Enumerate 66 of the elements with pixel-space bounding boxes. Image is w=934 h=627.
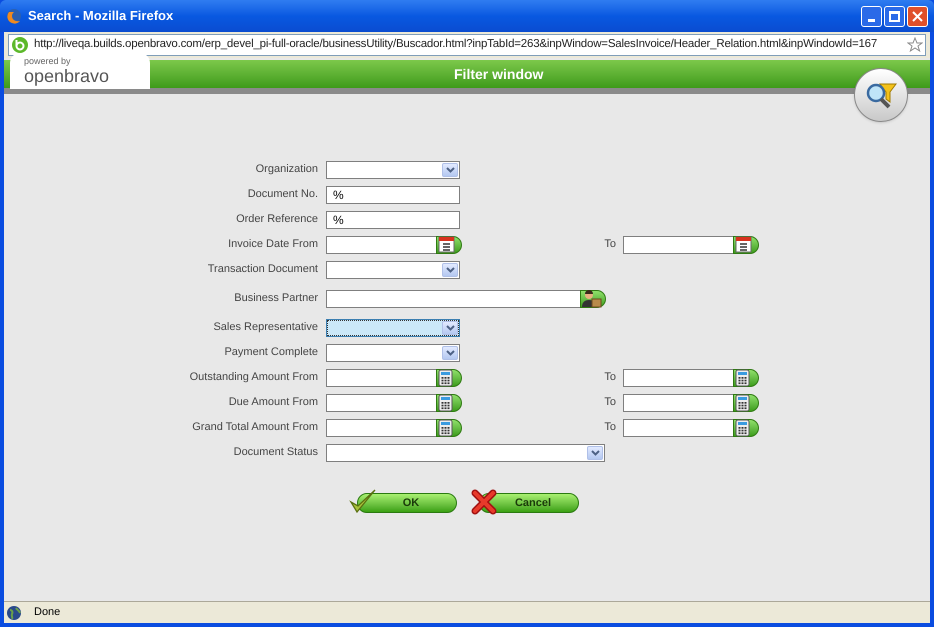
field-label: To [603, 420, 616, 436]
field-label: Invoice Date From [228, 237, 318, 252]
input-field[interactable] [623, 368, 734, 386]
chevron-down-icon [446, 166, 454, 172]
field-label: Outstanding Amount From [190, 370, 318, 386]
globe-icon [6, 604, 22, 620]
dropdown-field[interactable] [326, 344, 460, 362]
star-icon[interactable] [907, 37, 923, 53]
chevron-down-icon [590, 450, 600, 456]
input-field[interactable] [623, 418, 734, 436]
input-field[interactable]: % [326, 210, 460, 228]
minimize-button[interactable] [861, 6, 882, 26]
maximize-button[interactable] [884, 6, 905, 26]
header-title: Filter window [454, 64, 544, 84]
field-label: Transaction Document [208, 262, 318, 278]
field-label: Due Amount From [228, 395, 318, 410]
field-label: Organization [256, 162, 318, 178]
calculator-button[interactable] [733, 394, 759, 412]
field-label: Grand Total Amount From [192, 420, 318, 436]
browser-icon [6, 8, 22, 24]
filter-search-button[interactable] [854, 68, 908, 122]
field-label: Business Partner [234, 291, 318, 306]
calculator-button[interactable] [436, 368, 462, 386]
chevron-down-icon [446, 324, 454, 330]
input-field[interactable] [623, 236, 734, 254]
logo-caption: powered by [24, 56, 72, 66]
input-field[interactable] [326, 394, 437, 412]
maximize-icon [889, 10, 900, 22]
window-title: Search - Mozilla Firefox [28, 7, 174, 26]
close-icon [471, 489, 497, 515]
input-field[interactable] [326, 290, 581, 308]
input-field[interactable]: % [326, 186, 460, 204]
ok-button[interactable]: OK [357, 493, 457, 513]
close-icon [912, 10, 923, 22]
calculator-button[interactable] [733, 418, 759, 436]
field-label: Sales Representative [213, 320, 318, 336]
field-label: To [603, 395, 616, 410]
minimize-icon [868, 18, 875, 22]
dropdown-field[interactable] [326, 260, 460, 278]
input-field[interactable] [326, 418, 437, 436]
close-button[interactable] [907, 6, 928, 26]
input-field[interactable] [326, 236, 437, 254]
field-label: Order Reference [236, 212, 318, 228]
field-label: Document No. [248, 187, 318, 202]
url-text: http://liveqa.builds.openbravo.com/erp_devel_pi-full-oracle/businessUtility/Buscador.html?inpTabId=263&inpWindow=SalesInvoice/Header_Relation.html&inpWindowId=167 [34, 37, 878, 52]
calculator-button[interactable] [436, 418, 462, 436]
business-partner-button[interactable] [580, 290, 606, 308]
field-label: Payment Complete [224, 345, 318, 360]
chevron-down-icon [446, 350, 454, 356]
checkmark-icon [349, 488, 377, 514]
chevron-down-icon [446, 266, 454, 272]
status-text: Done [34, 605, 60, 620]
field-label: To [603, 237, 616, 252]
dropdown-field[interactable] [326, 318, 460, 336]
input-field[interactable] [623, 394, 734, 412]
field-label: Document Status [234, 445, 318, 460]
logo-text: openbravo [24, 66, 110, 86]
dropdown-field[interactable] [326, 160, 460, 178]
field-label: To [603, 370, 616, 386]
address-field[interactable]: http://liveqa.builds.openbravo.com/erp_devel_pi-full-oracle/businessUtility/Buscador.html?inpTabId=263&inpWindow=SalesInvoice/Header_Relation.html&inpWindowId=167 [8, 34, 926, 56]
calculator-button[interactable] [733, 368, 759, 386]
calendar-button[interactable] [733, 236, 759, 254]
input-field[interactable] [326, 368, 437, 386]
calendar-button[interactable] [436, 236, 462, 254]
dropdown-field[interactable] [326, 444, 605, 462]
calculator-button[interactable] [436, 394, 462, 412]
